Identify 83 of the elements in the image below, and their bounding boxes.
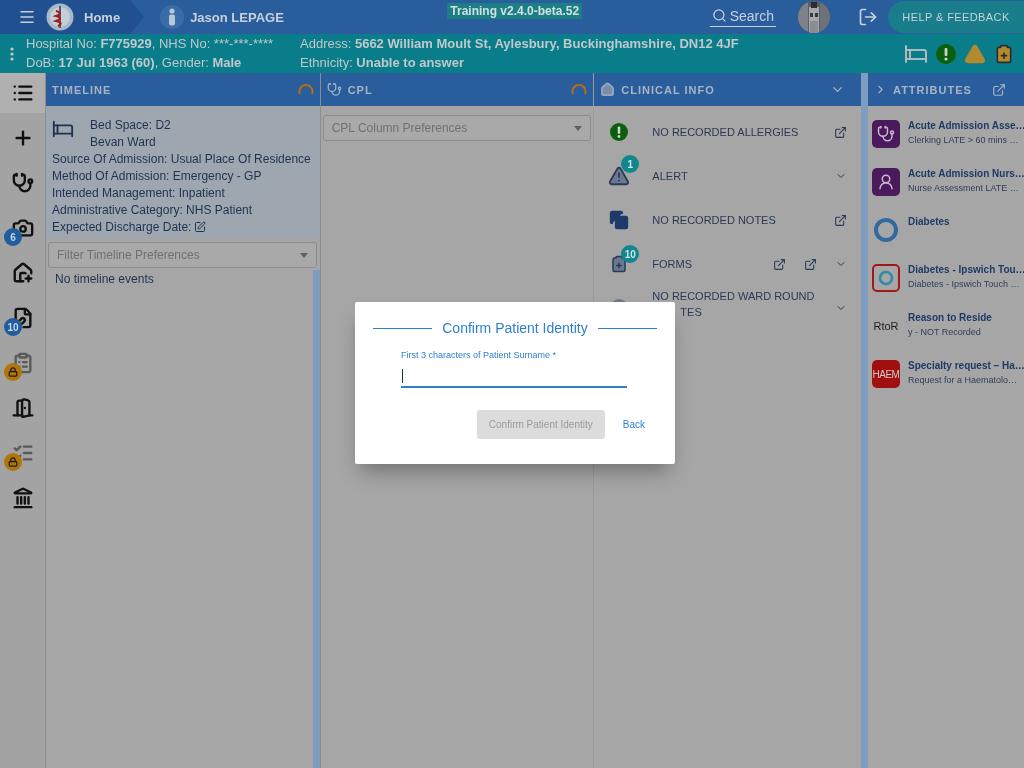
search-icon [711, 8, 727, 23]
external-link-icon[interactable] [804, 257, 817, 271]
house-icon [600, 82, 616, 97]
house-plus-icon [11, 262, 34, 284]
panel-title: CPL [347, 83, 373, 96]
attribute-subtitle: Nurse Assessment LATE … [908, 183, 1020, 193]
admission-detail: Administrative Category: NHS Patient [52, 203, 253, 217]
surname-field[interactable] [401, 366, 627, 388]
clinical-item-label[interactable]: TES [680, 306, 815, 318]
ring-icon [872, 264, 900, 292]
bed-icon [52, 118, 74, 140]
clipboard-plus-icon [994, 43, 1014, 64]
clinical-item-label[interactable]: NO RECORDED WARD ROUND [652, 290, 815, 302]
doctor-icon [872, 120, 900, 148]
exclamation-icon [936, 43, 956, 64]
logout-icon[interactable] [858, 7, 878, 27]
nurse-icon [872, 168, 900, 196]
clinical-item-label[interactable]: NO RECORDED NOTES [652, 212, 813, 228]
count-badge: 10 [621, 245, 640, 263]
copy-icon [609, 210, 630, 230]
rail-button[interactable]: 10 [0, 298, 45, 338]
clinical-item-label[interactable]: FORMS [652, 256, 773, 272]
more-icon[interactable] [10, 46, 14, 61]
help-feedback-button[interactable]: HELP & FEEDBACK [888, 1, 1024, 33]
admission-detail: Expected Discharge Date: [52, 220, 192, 234]
back-button[interactable]: Back [610, 410, 657, 439]
attribute-title[interactable]: Reason to Reside [908, 312, 992, 323]
attribute-subtitle: Request for a Haematolo… [908, 375, 1019, 385]
external-link-icon[interactable] [773, 257, 786, 271]
external-link-icon[interactable] [834, 125, 847, 139]
external-link-icon[interactable] [834, 213, 847, 227]
bed-space: Bed Space: D2 [90, 118, 171, 132]
count-badge: 10 [4, 318, 22, 336]
rail-button[interactable]: 6 [0, 208, 45, 248]
stethoscope-icon [326, 82, 342, 97]
patient-detail: Ethnicity: Unable to answer [300, 55, 465, 71]
patient-detail: DoB: 17 Jul 1963 (60), Gender: Male [26, 55, 243, 71]
clinical-item-label[interactable]: ALERT [652, 168, 813, 184]
version-label: Training v2.4.0-beta.52 [447, 3, 583, 19]
specialty-tile: HAEM [872, 360, 900, 388]
ring-icon [873, 217, 899, 243]
stethoscope-icon [11, 172, 34, 194]
patient-name: Jason LEPAGE [190, 9, 284, 25]
person-icon [160, 5, 185, 29]
logo-icon [46, 3, 74, 31]
dialog-title: Confirm Patient Identity [442, 320, 588, 336]
search-button[interactable]: Search [709, 7, 776, 27]
icon-label: RtoR [873, 320, 899, 332]
clinical-item-label[interactable]: NO RECORDED ALLERGIES [652, 124, 813, 140]
rail-button[interactable] [0, 73, 45, 113]
checklist-icon [11, 442, 34, 464]
caret-icon [574, 125, 583, 131]
external-link-icon[interactable] [992, 82, 1006, 97]
patient-detail: Address: 5662 William Moult St, Aylesbury, Buckinghamshire, DN12 4JF [300, 36, 739, 52]
text-cursor [402, 369, 403, 383]
admission-detail: Source Of Admission: Usual Place Of Residence [52, 152, 311, 166]
attribute-subtitle: Clerking LATE > 60 mins … [908, 135, 1020, 145]
edit-icon[interactable] [194, 221, 207, 233]
empty-message: No timeline events [54, 271, 155, 288]
count-badge: 1 [621, 155, 640, 173]
field-label: First 3 characters of Patient Surname * [401, 350, 558, 360]
scrollbar[interactable] [312, 270, 320, 768]
panel-title: ATTRIBUTES [893, 83, 972, 96]
admission-detail: Intended Management: Inpatient [52, 186, 225, 200]
door-icon [11, 397, 34, 419]
menu-icon[interactable] [18, 8, 36, 26]
home-link[interactable]: Home [84, 9, 121, 25]
admission-detail: Method Of Admission: Emergency - GP [52, 169, 262, 183]
list-icon [11, 82, 34, 104]
exclamation-icon [610, 123, 629, 141]
panel-title: CLINICAL INFO [621, 83, 715, 96]
panel-title: TIMELINE [52, 83, 112, 96]
attribute-title[interactable]: Diabetes [908, 216, 950, 227]
landmark-icon [11, 487, 34, 509]
camera-icon [11, 217, 34, 239]
attribute-subtitle: Diabetes - Ipswich Touch … [908, 279, 1020, 289]
caret-icon [299, 252, 308, 258]
scrollbar[interactable] [861, 73, 868, 768]
warning-icon [964, 42, 986, 65]
patient-detail: Hospital No: F775929, NHS No: ***-***-**** [26, 36, 275, 52]
count-badge: 6 [4, 228, 22, 246]
attribute-subtitle: y - NOT Recorded [908, 327, 982, 337]
ward-name: Bevan Ward [90, 135, 157, 149]
